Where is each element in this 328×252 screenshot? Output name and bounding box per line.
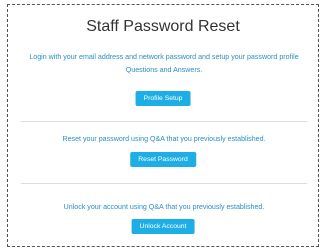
page-title: Staff Password Reset bbox=[86, 18, 240, 35]
reset-password-button[interactable]: Reset Password bbox=[130, 152, 196, 167]
password-reset-panel: Staff Password Reset Login with your ema… bbox=[7, 4, 319, 247]
unlock-account-button[interactable]: Unlock Account bbox=[131, 219, 195, 234]
profile-setup-description: Login with your email address and networ… bbox=[29, 53, 299, 74]
profile-setup-button[interactable]: Profile Setup bbox=[135, 91, 191, 106]
section-divider bbox=[21, 183, 307, 184]
section-divider bbox=[21, 121, 307, 122]
reset-password-description: Reset your password using Q&A that you p… bbox=[62, 135, 266, 143]
unlock-account-description: Unlock your account using Q&A that you p… bbox=[63, 203, 265, 211]
